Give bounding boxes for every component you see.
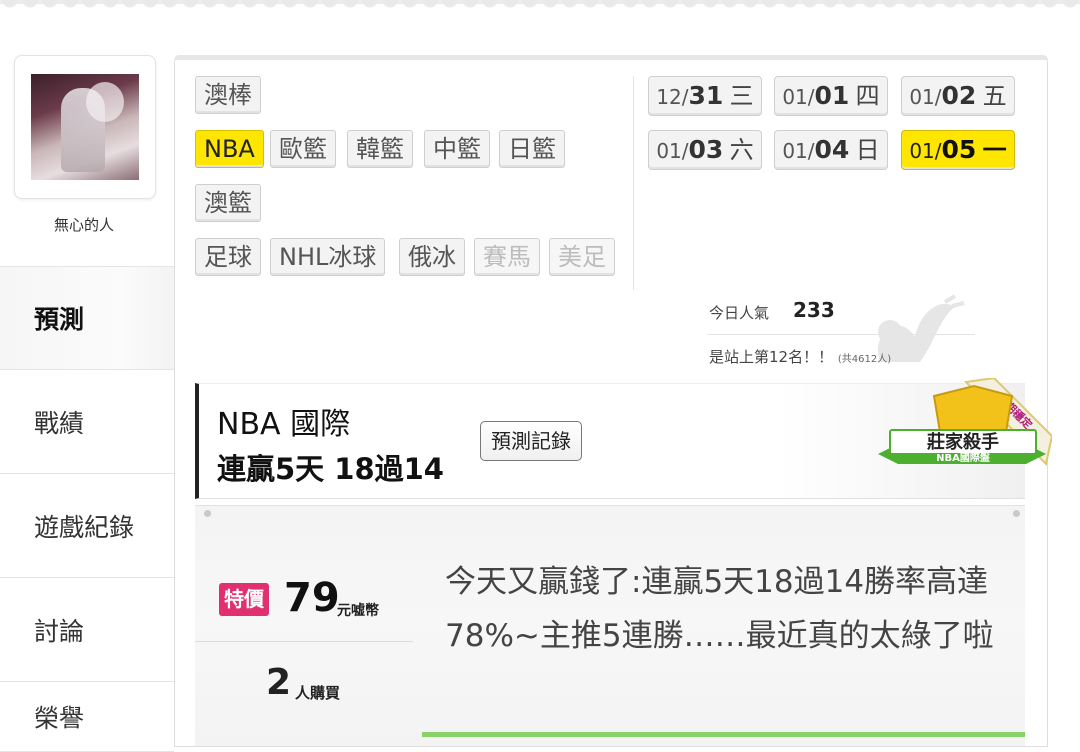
sport-tag-korea-basketball[interactable]: 韓籃: [347, 130, 413, 168]
buyers-count: 2: [266, 662, 292, 703]
sport-tag-american-football: 美足: [549, 238, 615, 276]
date-day: 01: [814, 81, 850, 110]
date-weekday: 六: [729, 136, 754, 164]
sidebar-item-label: 遊戲紀錄: [34, 512, 135, 542]
sidebar-item-predict[interactable]: 預測: [0, 266, 174, 370]
sport-tag-horse-racing: 賽馬: [474, 238, 540, 276]
date-button-0101[interactable]: 01/01 四: [774, 76, 888, 116]
badge-main-text: 莊家殺手: [927, 431, 999, 453]
sidebar-item-label: 討論: [34, 616, 85, 646]
rank-total: (共4612人): [837, 354, 892, 365]
sidebar-item-label: 預測: [34, 305, 85, 334]
date-weekday: 日: [855, 136, 880, 164]
date-button-0103[interactable]: 01/03 六: [648, 130, 762, 170]
rank-text: 是站上第12名！！ (共4612人): [709, 346, 891, 367]
buyers-unit: 人購買: [295, 684, 341, 702]
date-weekday: 五: [982, 82, 1007, 110]
main-top-rule: [174, 55, 1048, 60]
date-prefix: 12/: [656, 85, 689, 109]
sport-tag-aus-basketball[interactable]: 澳籃: [195, 184, 261, 222]
pin-left-icon: [204, 510, 211, 517]
price-unit: 元嘘幣: [337, 603, 379, 619]
offer-divider: [195, 641, 413, 642]
username[interactable]: 無心的人: [0, 214, 168, 235]
sport-tag-nhl[interactable]: NHL冰球: [270, 238, 386, 276]
vertical-divider: [633, 76, 634, 290]
date-day: 02: [941, 81, 977, 110]
sidebar-item-honor[interactable]: 榮譽: [0, 682, 174, 752]
date-button-0102[interactable]: 01/02 五: [901, 76, 1015, 116]
sport-tag-china-basketball[interactable]: 中籃: [424, 130, 490, 168]
offer-description: 今天又贏錢了:連贏5天18過14勝率高達78%~主推5連勝……最近真的太綠了啦: [445, 564, 994, 654]
sidebar-item-game-history[interactable]: 遊戲紀錄: [0, 474, 174, 578]
date-day: 04: [814, 135, 850, 164]
date-prefix: 01/: [782, 139, 815, 163]
banner-streak: 連贏5天 18過14: [217, 452, 444, 486]
special-price-tag: 特價: [219, 583, 269, 616]
pin-right-icon: [1013, 510, 1020, 517]
sidebar-item-label: 榮譽: [34, 703, 85, 733]
sport-tag-euro-basketball[interactable]: 歐籃: [270, 130, 336, 168]
date-prefix: 01/: [909, 85, 942, 109]
sidebar-item-record[interactable]: 戰績: [0, 370, 174, 474]
date-weekday: 三: [729, 82, 754, 110]
sport-tag-russia-hockey[interactable]: 俄冰: [399, 238, 465, 276]
sport-tag-soccer[interactable]: 足球: [195, 238, 261, 276]
date-prefix: 01/: [909, 139, 942, 163]
sport-tag-japan-basketball[interactable]: 日籃: [499, 130, 565, 168]
date-weekday: 一: [982, 136, 1007, 164]
popularity-value: 233: [793, 298, 835, 322]
popularity-divider: [707, 334, 975, 335]
sport-tag-aus-baseball[interactable]: 澳棒: [195, 76, 261, 114]
date-button-1231[interactable]: 12/31 三: [648, 76, 762, 116]
sport-tag-nba[interactable]: NBA: [195, 130, 264, 168]
sidebar-item-discussion[interactable]: 討論: [0, 578, 174, 682]
price-value: 79: [284, 575, 340, 621]
date-button-0105[interactable]: 01/05 一: [901, 130, 1015, 170]
avatar: [31, 74, 139, 180]
sidebar-item-label: 戰績: [34, 408, 85, 438]
date-button-0104[interactable]: 01/04 日: [774, 130, 888, 170]
rank-label: 是站上第12名！！: [709, 348, 834, 366]
date-weekday: 四: [855, 82, 880, 110]
side-nav: 預測 戰績 遊戲紀錄 討論 榮譽: [0, 266, 174, 752]
date-day: 31: [688, 81, 724, 110]
date-day: 05: [941, 135, 977, 164]
popularity-label: 今日人氣: [709, 304, 770, 322]
avatar-figure-highlight: [86, 82, 124, 122]
date-prefix: 01/: [782, 85, 815, 109]
date-day: 03: [688, 135, 724, 164]
date-prefix: 01/: [656, 139, 689, 163]
buy-button-edge[interactable]: [422, 732, 1025, 737]
dealer-killer-badge-icon: 長期穩定 莊家殺手 NBA國際盤: [878, 378, 1052, 467]
prediction-record-button[interactable]: 預測記錄: [480, 421, 582, 461]
banner-title: NBA 國際: [217, 407, 351, 442]
top-scalloped-border: [0, 0, 1080, 18]
avatar-card[interactable]: [14, 55, 156, 199]
badge-sub-text: NBA國際盤: [936, 451, 991, 464]
